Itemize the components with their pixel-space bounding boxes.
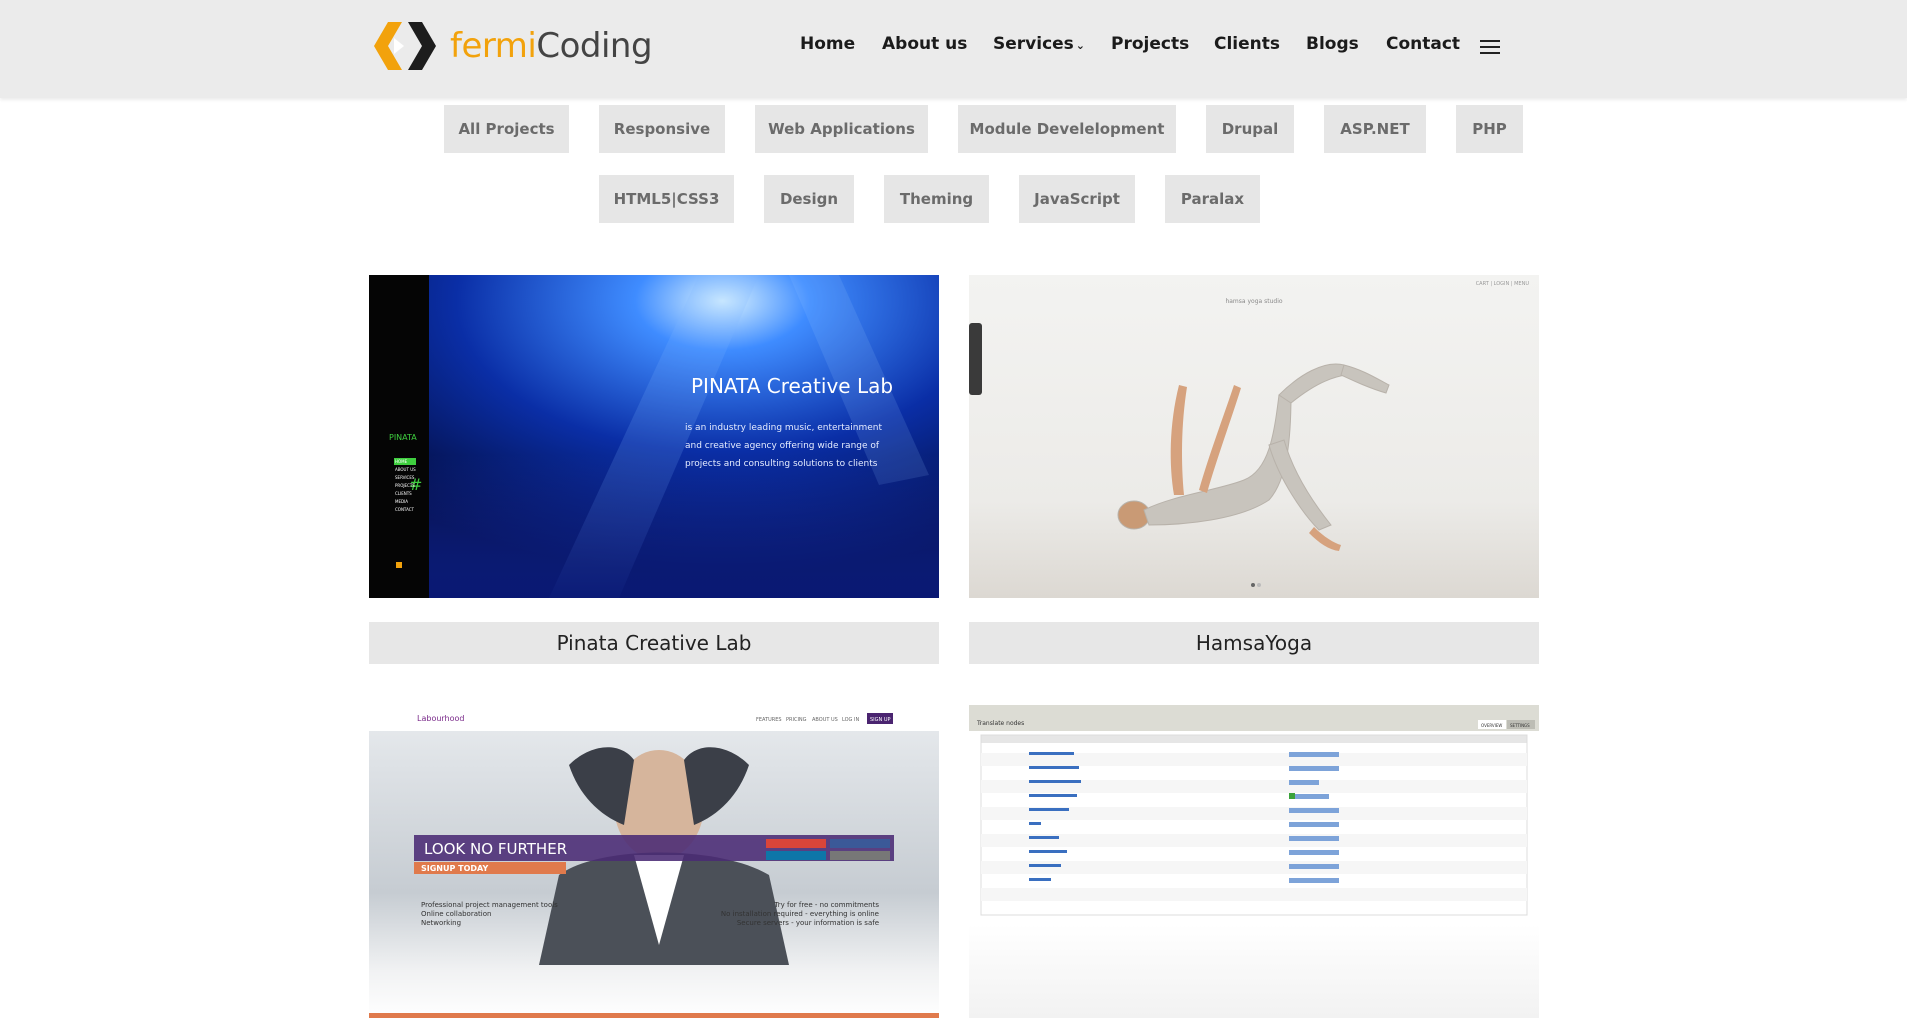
svg-text:PINATA: PINATA [389, 433, 417, 442]
site-header: fermiCoding Home About us Services ⌄ Proj… [0, 0, 1907, 98]
filter-paralax[interactable]: Paralax [1165, 175, 1260, 223]
nav-about-us[interactable]: About us [882, 34, 967, 54]
svg-text:ABOUT US: ABOUT US [395, 467, 416, 472]
project-thumbnail-pinata[interactable]: # PINATA Creative Lab is an industry lea… [369, 275, 939, 598]
filter-web-applications[interactable]: Web Applications [755, 105, 928, 153]
filter-asp-net[interactable]: ASP.NET [1324, 105, 1426, 153]
nav-home[interactable]: Home [800, 34, 855, 54]
svg-text:CONTACT: CONTACT [395, 507, 415, 512]
nav-clients[interactable]: Clients [1214, 34, 1280, 54]
filter-javascript[interactable]: JavaScript [1019, 175, 1135, 223]
filter-responsive[interactable]: Responsive [599, 105, 725, 153]
svg-text:No installation required - eve: No installation required - everything is… [721, 910, 879, 918]
svg-text:OVERVIEW: OVERVIEW [1481, 723, 1502, 728]
svg-text:Professional project managemen: Professional project management tools [421, 901, 558, 909]
brand-name: fermiCoding [450, 26, 653, 66]
svg-text:hamsa yoga studio: hamsa yoga studio [1225, 298, 1282, 305]
nav-contact[interactable]: Contact [1386, 34, 1460, 54]
svg-text:Labourhood: Labourhood [417, 714, 465, 723]
svg-text:PRICING: PRICING [786, 717, 807, 723]
svg-text:and creative agency offering w: and creative agency offering wide range … [685, 441, 880, 451]
svg-text:ABOUT US: ABOUT US [812, 717, 838, 723]
svg-text:LOOK NO FURTHER: LOOK NO FURTHER [424, 840, 567, 858]
filter-html5-css3[interactable]: HTML5|CSS3 [599, 175, 734, 223]
svg-text:Online collaboration: Online collaboration [421, 910, 491, 918]
chevron-down-icon: ⌄ [1075, 39, 1086, 52]
svg-text:projects and consulting soluti: projects and consulting solutions to cli… [685, 459, 878, 469]
nav-services[interactable]: Services ⌄ [993, 34, 1085, 54]
project-title-pinata[interactable]: Pinata Creative Lab [369, 622, 939, 664]
nav-projects[interactable]: Projects [1111, 34, 1189, 54]
filter-all-projects[interactable]: All Projects [444, 105, 569, 153]
brand-logo[interactable]: fermiCoding [374, 20, 653, 72]
pinata-shot-heading: PINATA Creative Lab [691, 374, 893, 398]
filter-module-development[interactable]: Module Develelopment [958, 105, 1176, 153]
svg-text:FEATURES: FEATURES [756, 717, 782, 723]
svg-text:LOG IN: LOG IN [842, 717, 859, 723]
logo-mark-icon [374, 22, 436, 70]
svg-text:Translate nodes: Translate nodes [976, 720, 1024, 727]
svg-text:HOME: HOME [395, 459, 408, 464]
project-title-hamsayoga[interactable]: HamsaYoga [969, 622, 1539, 664]
project-thumbnail-labourhood[interactable]: Labourhood FEATURES PRICING ABOUT US LOG… [369, 705, 939, 1018]
hamburger-menu-icon[interactable] [1480, 40, 1500, 56]
svg-text:SETTINGS: SETTINGS [1510, 723, 1530, 728]
svg-text:CART | LOGIN | MENU: CART | LOGIN | MENU [1476, 281, 1530, 287]
project-thumbnail-translate-nodes[interactable]: Translate nodes OVERVIEW SETTINGS [969, 705, 1539, 1018]
project-thumbnail-hamsayoga[interactable]: hamsa yoga studio CART | LOGIN | MENU [969, 275, 1539, 598]
filter-drupal[interactable]: Drupal [1206, 105, 1294, 153]
filter-php[interactable]: PHP [1456, 105, 1523, 153]
nav-blogs[interactable]: Blogs [1306, 34, 1359, 54]
svg-text:MEDIA: MEDIA [395, 499, 408, 504]
svg-text:PROJECTS: PROJECTS [395, 483, 415, 488]
svg-text:Try for free - no commitments: Try for free - no commitments [774, 901, 880, 909]
svg-text:SIGN UP: SIGN UP [870, 717, 891, 723]
svg-text:SIGNUP TODAY: SIGNUP TODAY [421, 864, 488, 873]
filter-design[interactable]: Design [764, 175, 854, 223]
svg-text:CLIENTS: CLIENTS [395, 491, 412, 496]
svg-text:is an industry leading music,: is an industry leading music, entertainm… [685, 423, 882, 433]
svg-text:Secure servers - your informat: Secure servers - your information is saf… [737, 919, 879, 927]
filter-theming[interactable]: Theming [884, 175, 989, 223]
svg-text:SERVICES: SERVICES [395, 475, 415, 480]
svg-text:Networking: Networking [421, 919, 461, 927]
